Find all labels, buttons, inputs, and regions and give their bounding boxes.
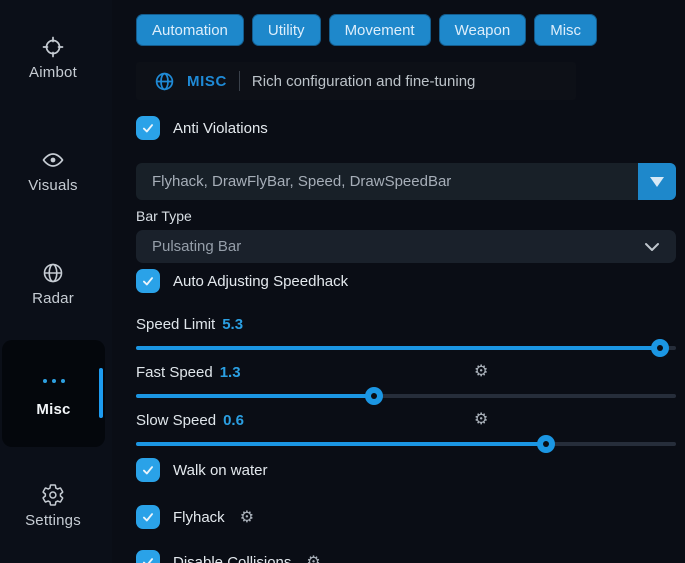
tab-automation[interactable]: Automation	[136, 14, 244, 46]
sidebar-item-label: Aimbot	[29, 64, 77, 81]
checkbox-row-anti-violations: Anti Violations	[136, 116, 676, 140]
checkbox-row-auto-adjusting-speedhack: Auto Adjusting Speedhack	[136, 269, 676, 293]
sidebar-item-radar[interactable]: Radar	[0, 261, 106, 307]
main-panel: Automation Utility Movement Weapon Misc …	[136, 0, 676, 563]
checkbox-label: Disable Collisions	[173, 554, 291, 563]
section-subtitle: Rich configuration and fine-tuning	[252, 73, 475, 90]
slider-group-slow-speed: Slow Speed 0.6 ⚙	[136, 410, 676, 454]
divider	[239, 71, 240, 91]
gear-icon[interactable]: ⚙	[474, 363, 488, 379]
check-icon	[144, 514, 152, 520]
checkbox-row-flyhack: Flyhack ⚙	[136, 505, 676, 529]
sidebar-item-aimbot[interactable]: Aimbot	[0, 35, 106, 81]
app-window: Aimbot Visuals Radar	[0, 0, 685, 563]
check-icon	[144, 559, 152, 563]
bar-type-label: Bar Type	[136, 206, 676, 226]
slider-track	[136, 394, 676, 398]
checkbox-row-walk-on-water: Walk on water	[136, 458, 676, 482]
eye-icon	[41, 148, 65, 172]
bar-flags-open-button[interactable]	[638, 163, 676, 200]
slow-speed-slider[interactable]	[136, 434, 676, 454]
check-icon	[144, 278, 152, 284]
gear-icon[interactable]: ⚙	[240, 509, 254, 525]
globe-icon	[41, 261, 65, 285]
checkbox-label: Auto Adjusting Speedhack	[173, 273, 348, 290]
sidebar-item-misc[interactable]: Misc	[2, 340, 105, 447]
auto-adjusting-speedhack-checkbox[interactable]	[136, 269, 160, 293]
sidebar-item-label: Radar	[32, 290, 74, 307]
sidebar-item-label: Settings	[25, 512, 81, 529]
tab-utility[interactable]: Utility	[252, 14, 321, 46]
slider-value: 1.3	[220, 364, 241, 381]
chevron-down-icon	[644, 242, 660, 252]
speed-limit-slider[interactable]	[136, 338, 676, 358]
slider-fill	[136, 442, 546, 446]
tab-movement[interactable]: Movement	[329, 14, 431, 46]
sidebar-item-label: Misc	[36, 401, 70, 418]
gear-icon[interactable]: ⚙	[306, 554, 320, 563]
slider-label: Speed Limit	[136, 316, 215, 333]
disable-collisions-checkbox[interactable]	[136, 550, 160, 563]
checkbox-label: Anti Violations	[173, 120, 268, 137]
walk-on-water-checkbox[interactable]	[136, 458, 160, 482]
slider-group-speed-limit: Speed Limit 5.3	[136, 314, 676, 358]
slow-speed-slider-handle[interactable]	[537, 435, 555, 453]
slider-fill	[136, 346, 660, 350]
sidebar-item-settings[interactable]: Settings	[0, 483, 106, 529]
ellipsis-icon	[42, 369, 66, 393]
checkbox-label: Walk on water	[173, 462, 267, 479]
gear-icon	[41, 483, 65, 507]
slider-track	[136, 346, 676, 350]
fast-speed-slider[interactable]	[136, 386, 676, 406]
section-header: MISC Rich configuration and fine-tuning	[136, 62, 576, 100]
bar-type-select[interactable]: Pulsating Bar	[136, 230, 676, 263]
sidebar-item-visuals[interactable]: Visuals	[0, 148, 106, 194]
slider-fill	[136, 394, 374, 398]
sidebar-item-label: Visuals	[28, 177, 77, 194]
bar-flags-select[interactable]: Flyhack, DrawFlyBar, Speed, DrawSpeedBar	[136, 163, 676, 200]
globe-icon	[154, 71, 175, 92]
slider-label: Fast Speed	[136, 364, 213, 381]
bar-type-value: Pulsating Bar	[152, 238, 241, 255]
flyhack-checkbox[interactable]	[136, 505, 160, 529]
checkbox-row-disable-collisions: Disable Collisions ⚙	[136, 550, 676, 563]
tab-weapon[interactable]: Weapon	[439, 14, 527, 46]
check-icon	[144, 125, 152, 131]
speed-limit-slider-handle[interactable]	[651, 339, 669, 357]
gear-icon[interactable]: ⚙	[474, 411, 488, 427]
sidebar: Aimbot Visuals Radar	[0, 0, 112, 563]
anti-violations-checkbox[interactable]	[136, 116, 160, 140]
tab-misc[interactable]: Misc	[534, 14, 597, 46]
slider-group-fast-speed: Fast Speed 1.3 ⚙	[136, 362, 676, 406]
tab-bar: Automation Utility Movement Weapon Misc	[136, 14, 676, 46]
bar-flags-value: Flyhack, DrawFlyBar, Speed, DrawSpeedBar	[136, 173, 451, 190]
fast-speed-slider-handle[interactable]	[365, 387, 383, 405]
checkbox-label: Flyhack	[173, 509, 225, 526]
triangle-down-icon	[650, 177, 664, 187]
slider-value: 5.3	[222, 316, 243, 333]
slider-value: 0.6	[223, 412, 244, 429]
slider-label: Slow Speed	[136, 412, 216, 429]
active-indicator	[99, 368, 103, 418]
crosshair-icon	[41, 35, 65, 59]
check-icon	[144, 467, 152, 473]
section-title: MISC	[187, 73, 227, 90]
slider-track	[136, 442, 676, 446]
